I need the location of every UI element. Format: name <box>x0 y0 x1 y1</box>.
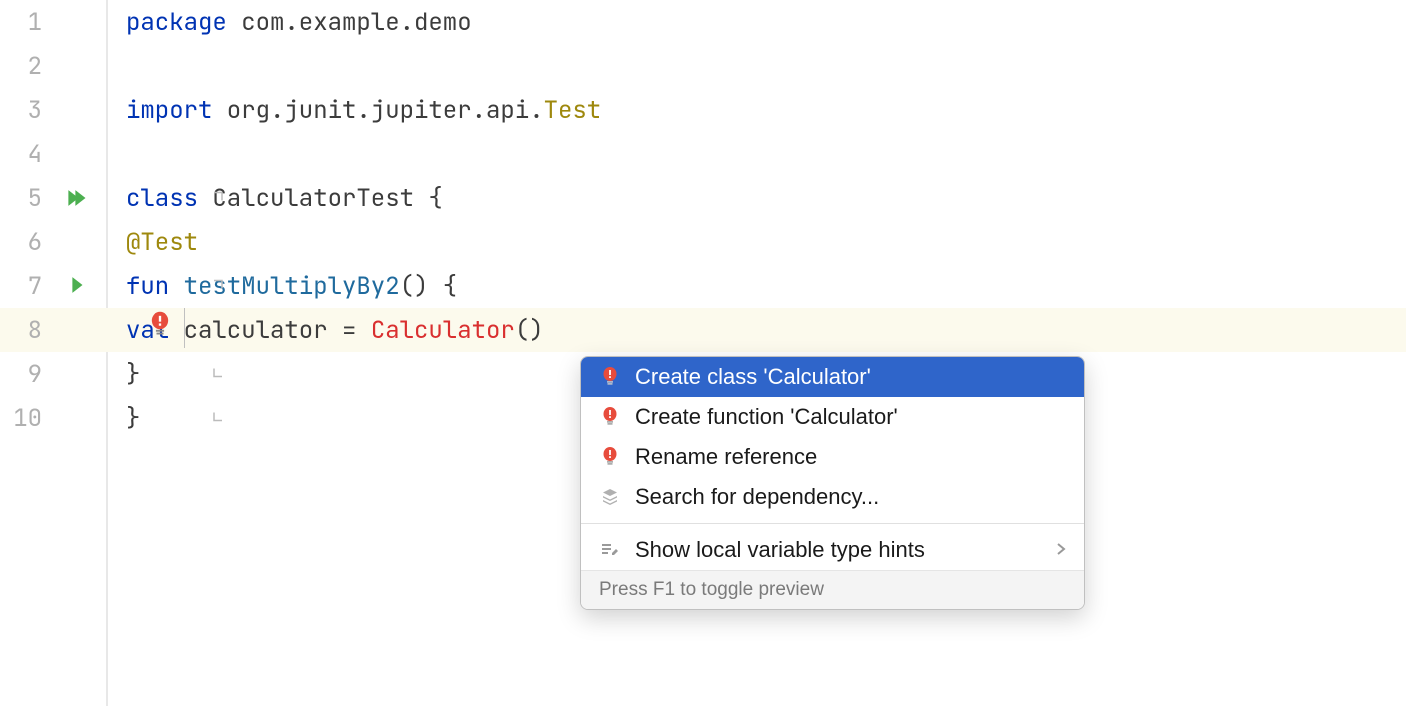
line-number: 1 <box>0 7 42 38</box>
popup-separator <box>581 523 1084 524</box>
gutter-row: 1 <box>0 0 106 44</box>
code-line[interactable]: package com.example.demo <box>108 0 1406 44</box>
popup-item-label: Create function 'Calculator' <box>635 404 1066 430</box>
code-line[interactable] <box>108 132 1406 176</box>
popup-item-create-function[interactable]: Create function 'Calculator' <box>581 397 1084 437</box>
code-line[interactable]: @Test <box>108 220 1406 264</box>
popup-item-label: Rename reference <box>635 444 1066 470</box>
gutter-row: 4 <box>0 132 106 176</box>
line-number: 5 <box>0 183 42 214</box>
caret-indicator <box>184 308 185 348</box>
gutter-row: 3 <box>0 88 106 132</box>
keyword: import <box>126 95 212 126</box>
error-reference: Calculator <box>371 315 515 346</box>
code-line[interactable] <box>108 44 1406 88</box>
code-line[interactable]: import org.junit.jupiter.api.Test <box>108 88 1406 132</box>
popup-item-label: Show local variable type hints <box>635 537 1042 563</box>
gutter-row: 2 <box>0 44 106 88</box>
syntax: () <box>515 315 544 346</box>
gutter-row: 10 <box>0 396 106 440</box>
bulb-red-icon <box>599 446 621 468</box>
keyword: package <box>126 7 227 38</box>
package-path: com.example.demo <box>227 7 472 38</box>
popup-item-rename-reference[interactable]: Rename reference <box>581 437 1084 477</box>
code-line[interactable]: fun testMultiplyBy2() { <box>108 264 1406 308</box>
gutter-row: 6 <box>0 220 106 264</box>
line-number: 6 <box>0 227 42 258</box>
line-number: 7 <box>0 271 42 302</box>
bulb-red-icon <box>599 366 621 388</box>
intention-bulb-icon[interactable] <box>148 310 172 346</box>
line-number: 4 <box>0 139 42 170</box>
syntax: () { <box>400 271 458 302</box>
popup-footer: Press F1 to toggle preview <box>581 570 1084 609</box>
import-path: org.junit.jupiter.api. <box>212 95 543 126</box>
line-number: 2 <box>0 51 42 82</box>
popup-item-label: Search for dependency... <box>635 484 1066 510</box>
gutter: 1 2 3 4 5 6 7 <box>0 0 108 706</box>
run-class-icon[interactable] <box>67 189 88 207</box>
gutter-row: 9 <box>0 352 106 396</box>
popup-footer-text: Press F1 to toggle preview <box>599 579 824 600</box>
chevron-right-icon <box>1056 540 1066 561</box>
gutter-row: 5 <box>0 176 106 220</box>
popup-item-create-class[interactable]: Create class 'Calculator' <box>581 357 1084 397</box>
popup-item-search-dependency[interactable]: Search for dependency... <box>581 477 1084 517</box>
code-line[interactable]: class CalculatorTest { <box>108 176 1406 220</box>
fold-handle-close-icon[interactable] <box>96 372 227 465</box>
intention-actions-popup: Create class 'Calculator' Create functio… <box>580 356 1085 610</box>
run-test-icon[interactable] <box>70 271 86 302</box>
bulb-red-icon <box>599 406 621 428</box>
imported-symbol: Test <box>544 95 602 126</box>
code-line-current[interactable]: val calculator = Calculator() <box>104 308 1406 352</box>
line-number: 3 <box>0 95 42 126</box>
gutter-row: 7 <box>0 264 106 308</box>
gutter-row: 8 <box>0 308 106 352</box>
stack-icon <box>599 486 621 508</box>
popup-item-label: Create class 'Calculator' <box>635 364 1066 390</box>
popup-item-show-type-hints[interactable]: Show local variable type hints <box>581 530 1084 570</box>
line-number: 10 <box>0 403 42 434</box>
pencil-list-icon <box>599 539 621 561</box>
line-number: 9 <box>0 359 42 390</box>
line-number: 8 <box>0 315 42 346</box>
class-name: CalculatorTest { <box>198 183 443 214</box>
